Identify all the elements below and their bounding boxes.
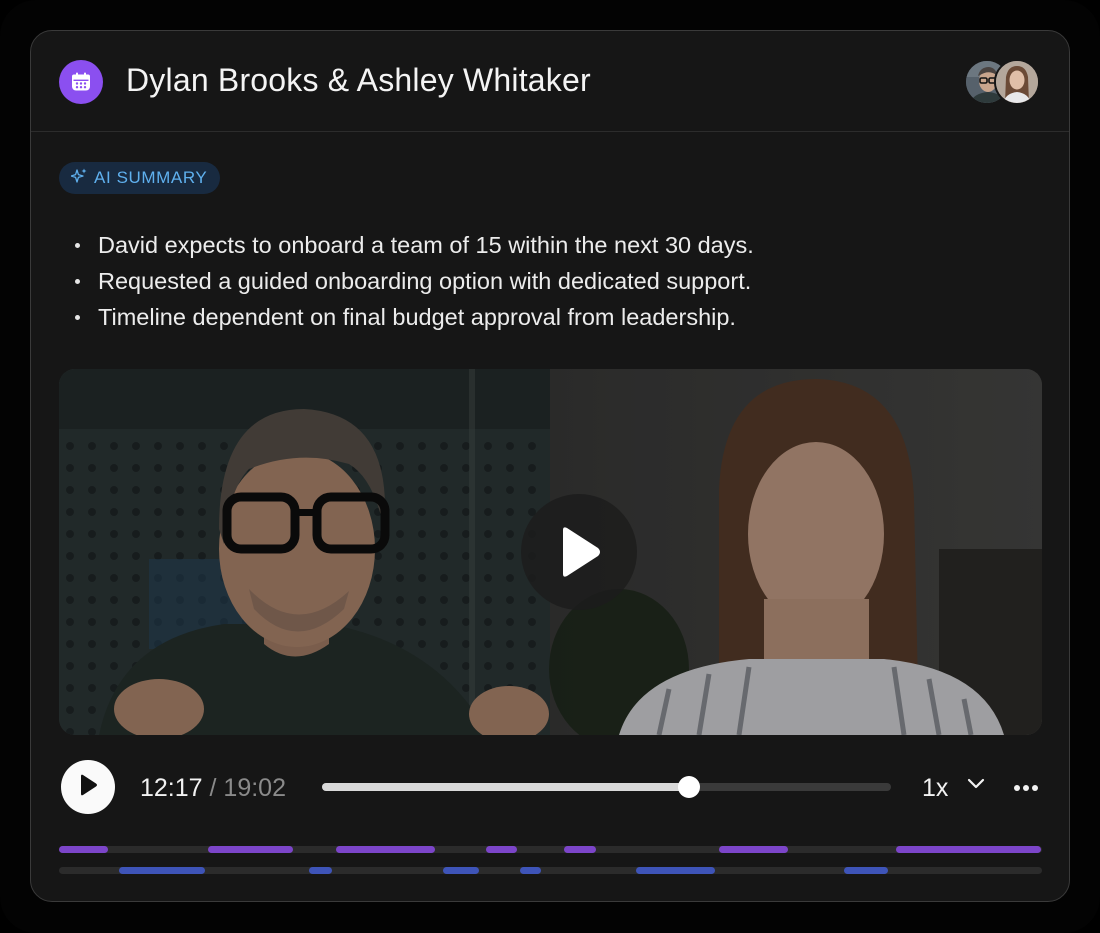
playback-controls: 12:17 / 19:02 1x xyxy=(31,757,1069,817)
participant-avatars xyxy=(964,59,1040,105)
list-item: David expects to onboard a team of 15 wi… xyxy=(73,227,754,263)
list-item: Requested a guided onboarding option wit… xyxy=(73,263,754,299)
speaking-segment[interactable] xyxy=(564,846,596,853)
speaking-segment[interactable] xyxy=(718,846,789,853)
play-icon xyxy=(78,774,98,801)
speaking-segment[interactable] xyxy=(336,846,436,853)
play-button[interactable] xyxy=(61,760,115,814)
speaking-segment[interactable] xyxy=(895,846,1041,853)
chevron-down-icon[interactable] xyxy=(966,777,986,796)
meeting-card: Dylan Brooks & Ashley Whitaker AI SUMMAR… xyxy=(30,30,1070,902)
summary-list: David expects to onboard a team of 15 wi… xyxy=(73,227,754,335)
time-separator: / xyxy=(209,774,217,802)
sparkle-icon xyxy=(70,168,87,189)
speaking-segment[interactable] xyxy=(844,867,888,874)
list-item: Timeline dependent on final budget appro… xyxy=(73,299,754,335)
progress-knob[interactable] xyxy=(678,776,701,798)
speaker-lane-1[interactable] xyxy=(59,846,1042,853)
meeting-title: Dylan Brooks & Ashley Whitaker xyxy=(126,62,591,98)
speaking-segment[interactable] xyxy=(520,867,541,874)
speaking-segment[interactable] xyxy=(208,846,293,853)
device-frame: Dylan Brooks & Ashley Whitaker AI SUMMAR… xyxy=(0,0,1100,933)
video-play-button[interactable] xyxy=(521,494,637,610)
play-icon xyxy=(557,526,601,578)
more-icon[interactable] xyxy=(1013,780,1039,798)
video-preview[interactable] xyxy=(59,369,1042,735)
card-header: Dylan Brooks & Ashley Whitaker xyxy=(31,31,1069,132)
speaking-segment[interactable] xyxy=(443,867,479,874)
playback-speed[interactable]: 1x xyxy=(922,774,948,803)
speaking-segment[interactable] xyxy=(636,867,715,874)
calendar-icon xyxy=(59,60,103,104)
time-display: 12:17 / 19:02 xyxy=(140,774,286,803)
speaking-segment[interactable] xyxy=(308,867,333,874)
current-time: 12:17 xyxy=(140,774,203,802)
ai-summary-label: AI SUMMARY xyxy=(94,168,208,187)
speaker-timeline[interactable] xyxy=(59,844,1042,880)
speaking-segment[interactable] xyxy=(485,846,518,853)
progress-fill xyxy=(322,783,690,791)
avatar[interactable] xyxy=(994,59,1040,105)
total-time: 19:02 xyxy=(223,774,286,802)
progress-slider[interactable] xyxy=(322,776,891,798)
speaking-segment[interactable] xyxy=(118,867,206,874)
ai-summary-badge: AI SUMMARY xyxy=(59,162,221,194)
speaking-segment[interactable] xyxy=(59,846,109,853)
speaker-lane-2[interactable] xyxy=(59,867,1042,874)
